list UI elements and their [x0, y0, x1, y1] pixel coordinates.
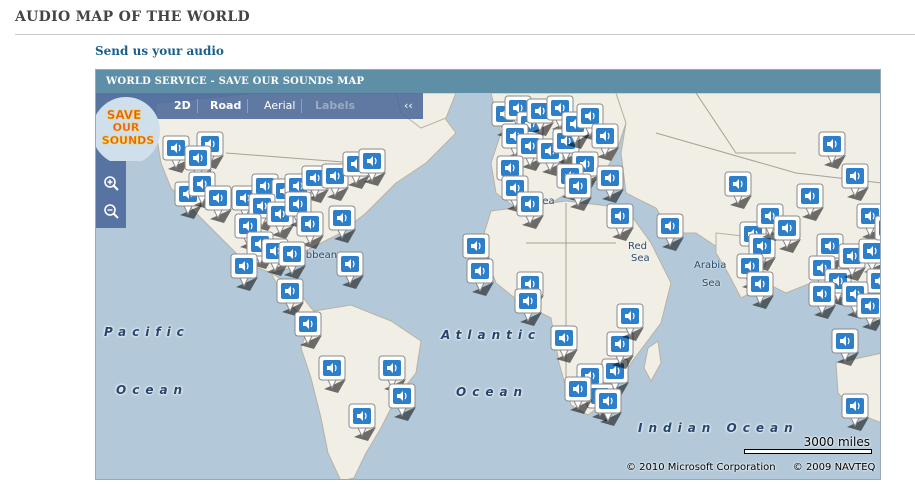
map-style-2d[interactable]: 2D [174, 99, 191, 112]
style-separator [197, 99, 198, 113]
audio-pin-icon[interactable] [746, 271, 778, 311]
save-our-sounds-logo: SAVE OUR SOUNDS [96, 97, 160, 161]
map-style-bar: 2D Road Aerial Labels ‹‹ [126, 93, 423, 119]
audio-pin-icon[interactable] [841, 393, 873, 433]
zoom-out-icon[interactable] [103, 203, 120, 220]
audio-pin-icon[interactable] [466, 258, 498, 298]
audio-pin-icon[interactable] [516, 191, 548, 231]
audio-pin-icon[interactable] [336, 251, 368, 291]
pacific-ocean-label: Pacific [104, 325, 190, 339]
arabian-sea-label-2: Sea [702, 278, 721, 289]
copyright-navteq: © 2009 NAVTEQ [792, 462, 876, 473]
zoom-in-icon[interactable] [103, 175, 120, 192]
send-audio-link[interactable]: Send us your audio [95, 44, 224, 58]
audio-pin-icon[interactable] [724, 171, 756, 211]
audio-pin-icon[interactable] [230, 253, 262, 293]
map-copyright: © 2010 Microsoft Corporation © 2009 NAVT… [626, 462, 875, 473]
map-header: WORLD SERVICE - SAVE OUR SOUNDS MAP [96, 70, 880, 93]
audio-pin-icon[interactable] [606, 203, 638, 243]
audio-pin-icon[interactable] [550, 325, 582, 365]
logo-text-our: OUR [113, 121, 140, 134]
red-sea-label-2: Sea [631, 253, 650, 264]
style-separator [301, 99, 302, 113]
audio-pin-icon[interactable] [348, 403, 380, 443]
audio-pin-icon[interactable] [514, 288, 546, 328]
scale-label: 3000 miles [803, 435, 870, 449]
audio-pin-icon[interactable] [564, 376, 596, 416]
indian-ocean-label: Indian Ocean [638, 421, 799, 435]
atlantic-ocean-label-2: Ocean [456, 385, 529, 399]
audio-pin-icon[interactable] [294, 311, 326, 351]
audio-pin-icon[interactable] [656, 213, 688, 253]
map-style-road[interactable]: Road [210, 99, 241, 112]
map-canvas[interactable]: Pacific Ocean Atlantic Ocean Indian Ocea… [96, 93, 880, 479]
audio-pin-icon[interactable] [328, 205, 360, 245]
audio-pin-icon[interactable] [796, 183, 828, 223]
audio-pin-icon[interactable] [841, 163, 873, 203]
land-madagascar [643, 340, 662, 383]
pacific-ocean-label-2: Ocean [116, 383, 189, 397]
audio-pin-icon[interactable] [874, 215, 880, 255]
audio-pin-icon[interactable] [388, 383, 420, 423]
map-widget: WORLD SERVICE - SAVE OUR SOUNDS MAP Paci… [95, 69, 881, 480]
audio-pin-icon[interactable] [564, 173, 596, 213]
style-separator [247, 99, 248, 113]
logo-text-save: SAVE [107, 108, 142, 122]
title-divider [15, 34, 915, 35]
arabian-sea-label: Arabia [694, 260, 727, 271]
collapse-style-bar-button[interactable]: ‹‹ [404, 99, 413, 112]
audio-pin-icon[interactable] [594, 388, 626, 428]
audio-pin-icon[interactable] [596, 165, 628, 205]
copyright-microsoft: © 2010 Microsoft Corporation [626, 462, 776, 473]
audio-pin-icon[interactable] [278, 241, 310, 281]
scale-bar [744, 449, 872, 454]
page-title: AUDIO MAP OF THE WORLD [15, 9, 250, 25]
audio-pin-icon[interactable] [808, 281, 840, 321]
audio-pin-icon[interactable] [358, 148, 390, 188]
audio-pin-icon[interactable] [856, 293, 880, 333]
atlantic-ocean-label: Atlantic [441, 328, 542, 342]
logo-text-sounds: SOUNDS [102, 134, 155, 147]
audio-pin-icon[interactable] [318, 355, 350, 395]
audio-pin-icon[interactable] [616, 303, 648, 343]
map-style-aerial[interactable]: Aerial [264, 99, 295, 112]
audio-pin-icon[interactable] [831, 328, 863, 368]
map-style-labels[interactable]: Labels [315, 99, 355, 112]
